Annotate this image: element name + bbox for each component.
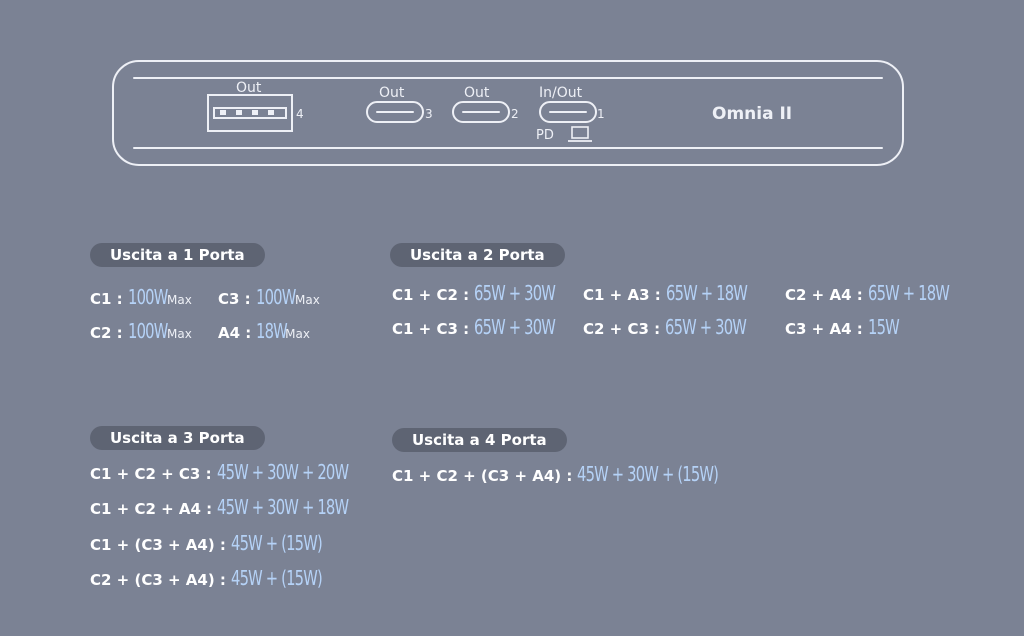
port-label-usb-a: Out [236, 80, 262, 96]
power-value: 100W [127, 285, 168, 309]
port-number-2: 2 [511, 107, 519, 121]
power-value: 45W + (15W) [231, 531, 323, 555]
port-combo: C2 : [90, 324, 123, 342]
max-label: Max [167, 327, 192, 341]
max-label: Max [285, 327, 310, 341]
section-title-4-port: Uscita a 4 Porta [392, 428, 567, 452]
port-number-3: 3 [425, 107, 433, 121]
usb-c-port-icon [539, 101, 597, 123]
pd-label: PD [536, 128, 554, 143]
section-title-3-port: Uscita a 3 Porta [90, 426, 265, 450]
power-value: 45W + 30W + (15W) [577, 462, 719, 486]
usb-c-port-icon [366, 101, 424, 123]
usb-c-port-icon [452, 101, 510, 123]
power-value: 65W + 30W [665, 315, 747, 339]
port-combo: C1 + C2 + A4 : [90, 500, 213, 518]
port-combo: C1 + C2 : [392, 286, 470, 304]
laptop-icon [568, 126, 592, 142]
port-number-1: 1 [597, 107, 605, 121]
port-combo: C1 + (C3 + A4) : [90, 536, 226, 554]
output-row: C1 + C2 + A4 : 45W + 30W + 18W [90, 495, 377, 519]
output-row: C1 + A3 : 65W + 18W [583, 281, 765, 305]
power-value: 65W + 30W [474, 281, 556, 305]
port-combo: C2 + C3 : [583, 320, 661, 338]
power-value: 15W [867, 315, 900, 339]
max-label: Max [295, 293, 320, 307]
port-combo: C2 + (C3 + A4) : [90, 571, 226, 589]
port-label-c3: Out [379, 85, 405, 101]
power-value: 65W + 18W [665, 281, 748, 305]
power-value: 100W [127, 319, 168, 343]
output-row: C2 : 100W Max [90, 319, 192, 343]
output-row: C2 + A4 : 65W + 18W [785, 281, 967, 305]
port-label-c2: Out [464, 85, 490, 101]
output-row: C1 + C2 + (C3 + A4) : 45W + 30W + (15W) [392, 462, 750, 486]
port-label-c1: In/Out [539, 85, 583, 101]
output-row: C2 + (C3 + A4) : 45W + (15W) [90, 566, 342, 590]
power-value: 100W [255, 285, 296, 309]
output-row: C1 + C2 + C3 : 45W + 30W + 20W [90, 460, 377, 484]
port-combo: C1 + C2 + (C3 + A4) : [392, 467, 573, 485]
section-title-2-port: Uscita a 2 Porta [390, 243, 565, 267]
section-title-1-port: Uscita a 1 Porta [90, 243, 265, 267]
port-combo: C2 + A4 : [785, 286, 863, 304]
brand-name: Omnia II [712, 104, 793, 124]
port-combo: A4 : [218, 324, 252, 342]
output-row: C1 + C2 : 65W + 30W [392, 281, 573, 305]
output-row: C1 + (C3 + A4) : 45W + (15W) [90, 531, 342, 555]
port-combo: C1 : [90, 290, 123, 308]
port-combo: C1 + C3 : [392, 320, 470, 338]
max-label: Max [167, 293, 192, 307]
output-row: C2 + C3 : 65W + 30W [583, 315, 764, 339]
output-row: C1 : 100W Max [90, 285, 192, 309]
power-value: 65W + 18W [867, 281, 950, 305]
output-row: C1 + C3 : 65W + 30W [392, 315, 573, 339]
power-value: 45W + 30W + 20W [216, 460, 349, 484]
usb-a-port-icon [207, 94, 293, 132]
power-value: 45W + (15W) [231, 566, 323, 590]
port-combo: C3 + A4 : [785, 320, 863, 338]
port-combo: C1 + A3 : [583, 286, 661, 304]
power-value: 65W + 30W [474, 315, 556, 339]
port-combo: C3 : [218, 290, 251, 308]
output-row: A4 : 18W Max [218, 319, 310, 343]
port-number-4: 4 [296, 107, 304, 121]
output-row: C3 + A4 : 15W [785, 315, 906, 339]
output-row: C3 : 100W Max [218, 285, 320, 309]
port-combo: C1 + C2 + C3 : [90, 465, 212, 483]
power-value: 18W [256, 319, 288, 343]
power-value: 45W + 30W + 18W [217, 495, 349, 519]
power-bank-diagram: Out 4 Out 3 Out 2 In/Out 1 PD Omnia II [112, 60, 904, 166]
